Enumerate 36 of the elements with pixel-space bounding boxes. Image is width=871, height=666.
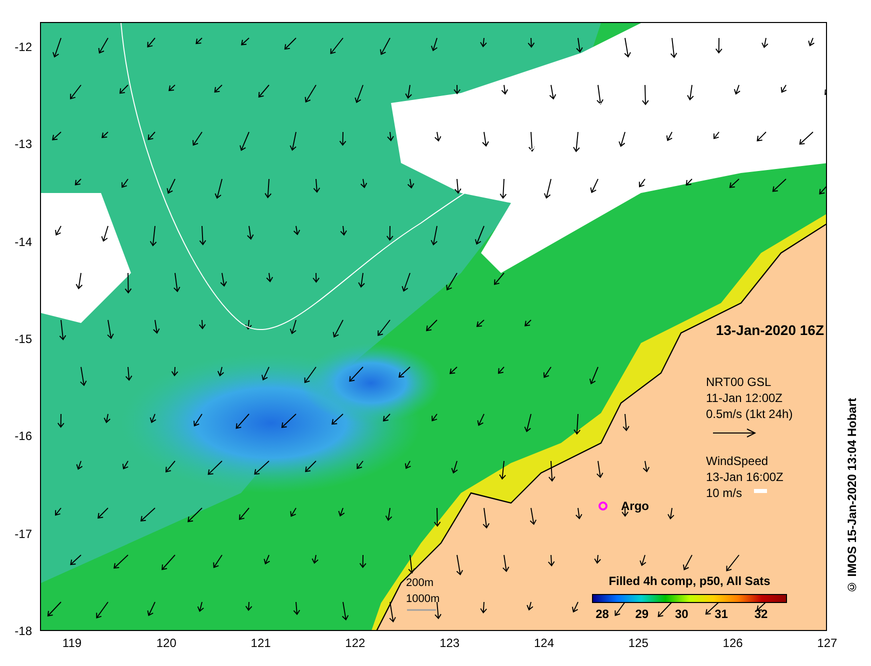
longitude-tick-label: 122 (345, 636, 366, 650)
colorbar-tick-label: 28 (596, 606, 609, 622)
wind-time-label: 13-Jan 16:00Z (706, 469, 784, 485)
latitude-tick-label: -18 (14, 624, 32, 638)
longitude-tick-label: 123 (440, 636, 460, 650)
argo-label: Argo (621, 498, 649, 514)
colorbar-tick-label: 29 (635, 606, 649, 622)
depth-label: 200m (406, 576, 434, 591)
copyright-credit: © IMOS 15-Jan-2020 13:04 Hobart (845, 398, 859, 594)
longitude-tick-label: 124 (534, 636, 554, 650)
wind-title-label: WindSpeed (706, 453, 768, 469)
longitude-tick-label: 125 (628, 636, 648, 650)
colorbar-tick-label: 30 (674, 606, 688, 622)
colorbar-tick-label: 32 (754, 606, 768, 622)
depth-label: 1000m (406, 592, 440, 607)
date-label: 13-Jan-2020 16Z (716, 322, 824, 338)
longitude-tick-label: 127 (817, 636, 838, 650)
current-source-label: NRT00 GSL (706, 374, 772, 390)
colorbar-tick-label: 31 (714, 606, 728, 622)
latitude-tick-label: -15 (14, 332, 32, 346)
latitude-tick-label: -12 (14, 40, 32, 54)
current-scale-label: 0.5m/s (1kt 24h) (706, 406, 793, 422)
argo-float-icon (598, 502, 608, 510)
current-scale-arrow-icon (712, 428, 756, 438)
wind-scale-label: 10 m/s (706, 485, 742, 501)
latitude-tick-label: -14 (14, 234, 32, 249)
current-time-label: 11-Jan 12:00Z (706, 390, 782, 406)
latitude-tick-label: -17 (14, 526, 32, 540)
longitude-tick-label: 121 (250, 636, 271, 650)
latitude-tick-label: -13 (14, 137, 32, 152)
longitude-tick-label: 126 (722, 636, 743, 650)
colorbar-title: Filled 4h comp, p50, All Sats (608, 573, 772, 589)
depth-line-icon (407, 609, 436, 611)
longitude-tick-label: 119 (62, 636, 82, 650)
latitude-tick-label: -16 (14, 429, 32, 444)
longitude-tick-label: 120 (156, 636, 176, 650)
